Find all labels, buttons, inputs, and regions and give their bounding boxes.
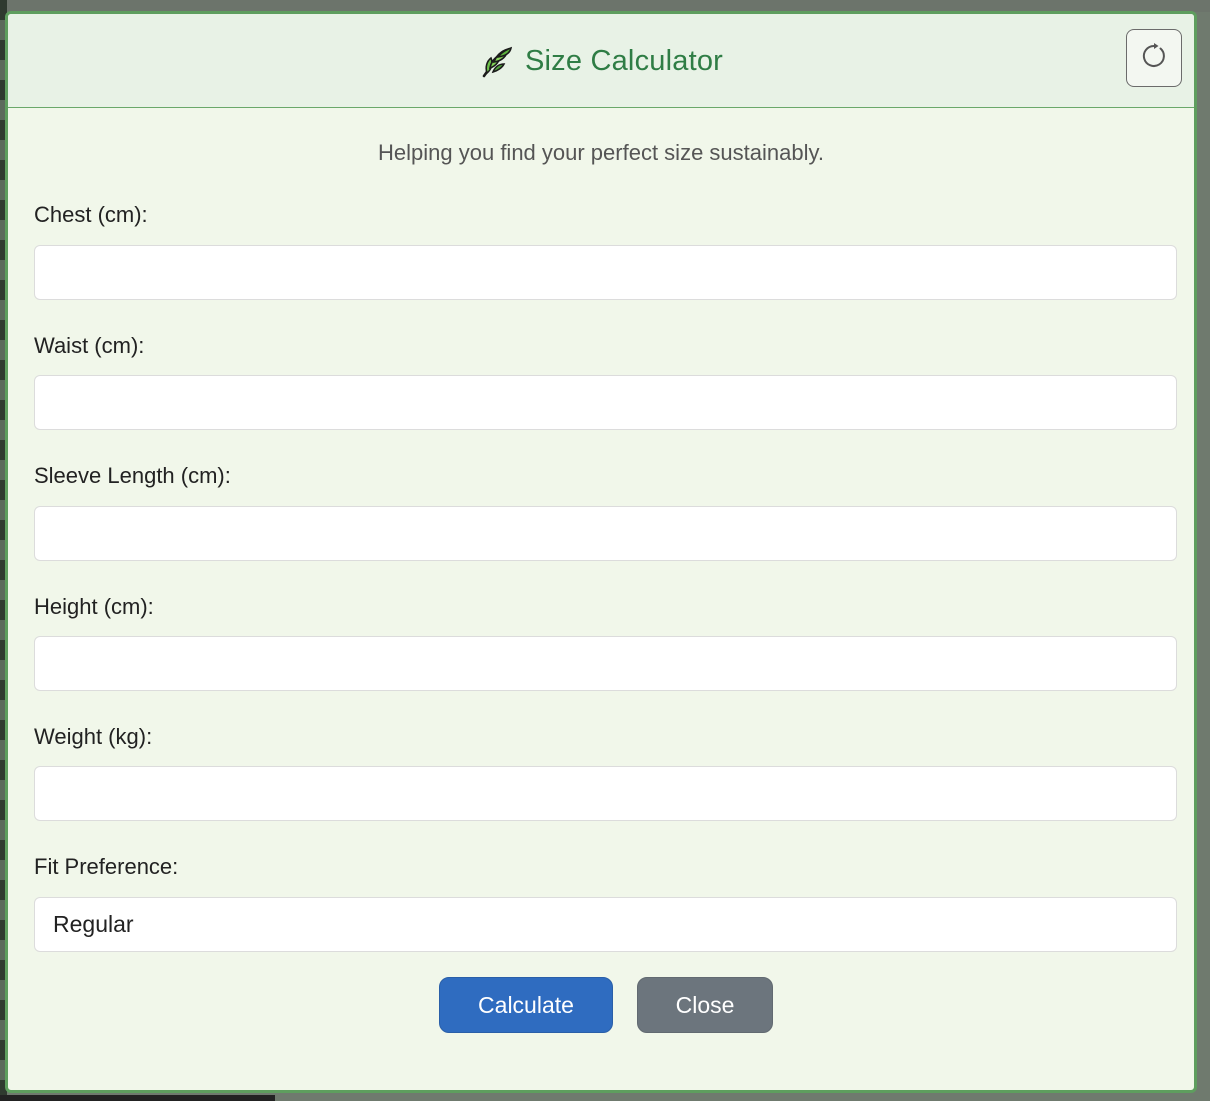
calculate-button[interactable]: Calculate	[439, 977, 613, 1033]
dialog-header: Size Calculator	[8, 14, 1194, 108]
height-label: Height (cm):	[34, 594, 154, 619]
chest-input[interactable]	[34, 245, 1177, 300]
sleeve-length-input[interactable]	[34, 506, 1177, 561]
dialog-title: Size Calculator	[524, 44, 724, 77]
title-wrap: Size Calculator	[8, 14, 1194, 108]
leaf-icon	[479, 43, 515, 79]
backdrop-bottom	[0, 1095, 275, 1101]
waist-input[interactable]	[34, 375, 1177, 430]
height-input[interactable]	[34, 636, 1177, 691]
fit-preference-select[interactable]: Regular	[34, 897, 1177, 952]
weight-label: Weight (kg):	[34, 724, 153, 749]
reset-button[interactable]	[1126, 29, 1182, 87]
waist-label: Waist (cm):	[34, 333, 145, 358]
fit-preference-value: Regular	[53, 911, 134, 937]
fit-preference-label: Fit Preference:	[34, 854, 179, 879]
dialog-subtitle: Helping you find your perfect size susta…	[378, 140, 824, 165]
size-calculator-dialog: Size Calculator Helping you find your pe…	[5, 11, 1197, 1093]
close-button[interactable]: Close	[637, 977, 773, 1033]
weight-input[interactable]	[34, 766, 1177, 821]
sleeve-length-label: Sleeve Length (cm):	[34, 463, 231, 488]
refresh-icon	[1140, 42, 1168, 75]
chest-label: Chest (cm):	[34, 202, 148, 227]
